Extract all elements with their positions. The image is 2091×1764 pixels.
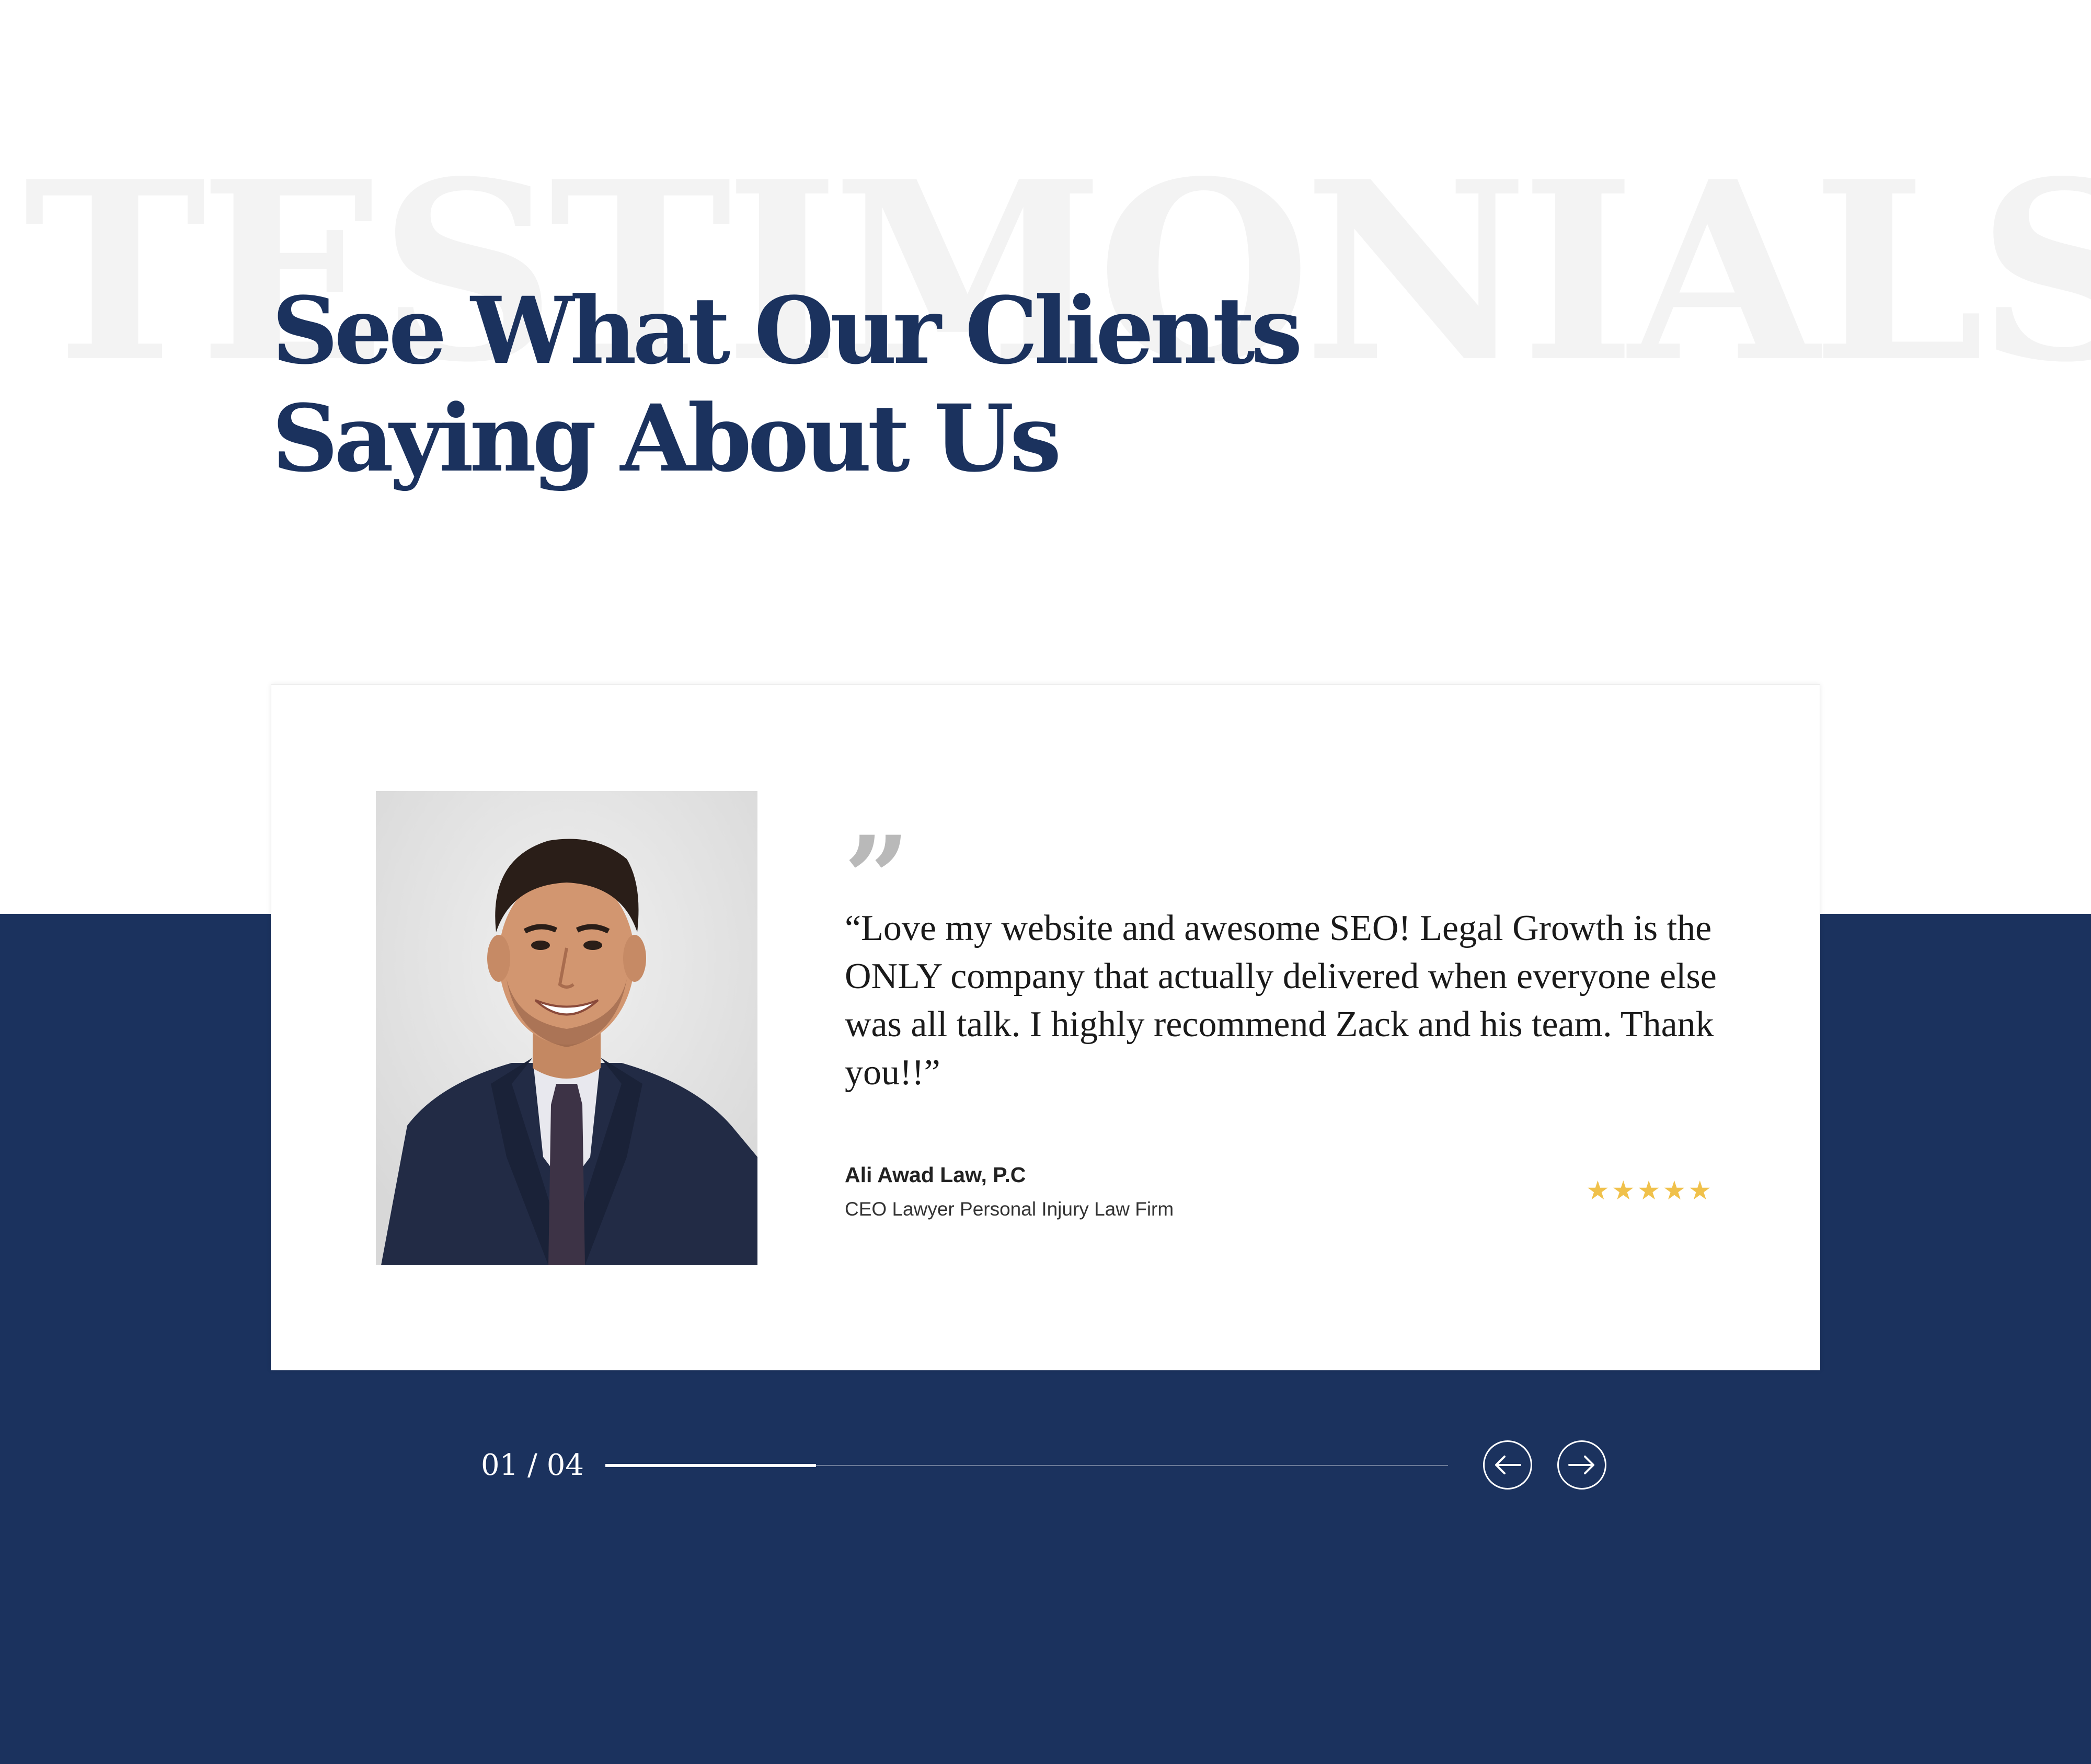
star-icon: ★ <box>1611 1175 1635 1206</box>
portrait-photo-icon <box>376 791 757 1265</box>
star-rating: ★ ★ ★ ★ ★ <box>1586 1177 1711 1204</box>
author-name: Ali Awad Law, P.C <box>845 1163 1026 1187</box>
slider-progress-fill <box>605 1464 816 1467</box>
slider-progress-track <box>605 1464 1448 1467</box>
heading-line-2: Saying About Us <box>272 384 1062 492</box>
star-icon: ★ <box>1637 1175 1661 1206</box>
heading-line-1: See What Our Clients <box>272 277 1303 385</box>
star-icon: ★ <box>1662 1175 1686 1206</box>
testimonial-quote: “Love my website and awesome SEO! Legal … <box>845 908 1717 1093</box>
section-heading: See What Our Clients Saying About Us <box>272 277 1303 492</box>
arrow-right-icon <box>1568 1456 1594 1474</box>
star-icon: ★ <box>1688 1175 1712 1206</box>
testimonial-card: ” “Love my website and awesome SEO! Lega… <box>271 684 1820 1370</box>
author-role: CEO Lawyer Personal Injury Law Firm <box>845 1198 1174 1220</box>
client-photo <box>376 791 757 1265</box>
arrow-left-icon <box>1495 1456 1521 1474</box>
next-slide-button[interactable] <box>1557 1440 1606 1490</box>
slide-counter: 01 / 04 <box>481 1448 584 1482</box>
previous-slide-button[interactable] <box>1483 1440 1532 1490</box>
star-icon: ★ <box>1586 1175 1610 1206</box>
